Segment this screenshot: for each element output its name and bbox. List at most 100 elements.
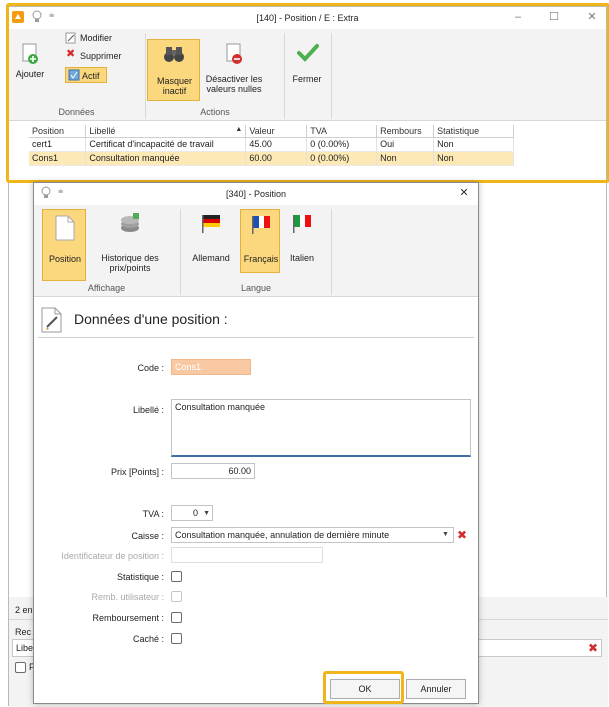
binoculars-icon <box>163 44 185 64</box>
disable-null-label-2: valeurs nulles <box>206 84 262 94</box>
table-row-selected[interactable]: Cons1 Consultation manquée 60.00 0 (0.00… <box>29 151 514 166</box>
filter-checkbox[interactable] <box>15 662 26 673</box>
hide-inactive-button[interactable]: Masquer inactif <box>147 39 200 101</box>
price-history-label-2: prix/points <box>109 263 151 273</box>
italian-flag-icon <box>291 213 313 233</box>
search-label: Rec <box>15 627 32 637</box>
cell-tva: 0 (0.00%) <box>306 137 378 152</box>
code-label: Code : <box>137 363 164 373</box>
price-history-button[interactable]: Historique des prix/points <box>90 211 170 281</box>
group-label-langue: Langue <box>240 283 272 293</box>
language-french-button[interactable]: Français <box>240 209 280 273</box>
column-header-rembours[interactable]: Rembours <box>376 125 435 138</box>
column-header-tva[interactable]: TVA <box>306 125 378 138</box>
ribbon: Ajouter Modifier ✖ Supprimer Actif Donné… <box>9 29 606 121</box>
minimize-button[interactable]: – <box>509 10 527 24</box>
statistique-checkbox[interactable] <box>171 571 182 582</box>
cell-valeur: 60.00 <box>245 151 308 166</box>
search-field-label: Libe <box>16 643 34 653</box>
clear-caisse-icon[interactable]: ✖ <box>455 528 469 542</box>
ok-button[interactable]: OK <box>330 679 400 699</box>
record-count-text: 2 en <box>15 605 33 615</box>
table-row[interactable]: cert1 Certificat d'incapacité de travail… <box>29 137 514 152</box>
column-header-libelle[interactable]: Libellé ▲ <box>85 125 247 138</box>
close-window-button[interactable]: Fermer <box>287 41 327 91</box>
delete-button-label: Supprimer <box>80 51 122 61</box>
group-separator <box>145 33 146 119</box>
position-dialog: ⩧ [340] - Position ✕ Position Historique… <box>33 182 479 704</box>
libelle-textarea[interactable]: Consultation manquée <box>171 399 471 457</box>
cell-libelle: Certificat d'incapacité de travail <box>85 137 247 152</box>
group-separator <box>284 33 285 119</box>
edit-document-icon <box>40 307 64 333</box>
tva-label: TVA : <box>142 509 164 519</box>
delete-button[interactable]: ✖ Supprimer <box>65 49 140 63</box>
add-document-icon <box>21 43 39 65</box>
cell-valeur: 45.00 <box>245 137 308 152</box>
price-input[interactable]: 60.00 <box>171 463 255 479</box>
maximize-button[interactable]: ☐ <box>545 10 563 24</box>
edit-icon <box>65 32 77 44</box>
active-toggle-button[interactable]: Actif <box>65 67 107 83</box>
libelle-label: Libellé : <box>132 405 164 415</box>
statistique-label: Statistique : <box>116 572 164 582</box>
position-identifier-label: Identificateur de position : <box>61 551 164 561</box>
positions-table: Position Libellé ▲ Valeur TVA Rembours St… <box>29 125 514 166</box>
active-icon <box>68 69 80 81</box>
disable-document-icon <box>225 43 243 65</box>
edit-button[interactable]: Modifier <box>65 31 135 45</box>
column-header-valeur[interactable]: Valeur <box>245 125 308 138</box>
german-flag-icon <box>200 213 222 233</box>
sort-ascending-icon: ▲ <box>235 125 243 133</box>
language-german-button[interactable]: Allemand <box>186 211 236 273</box>
price-history-label-1: Historique des <box>101 253 159 263</box>
dialog-title-bar: ⩧ [340] - Position ✕ <box>34 183 478 205</box>
remboursement-label: Remboursement : <box>92 613 164 623</box>
tva-value: 0 <box>192 508 198 518</box>
dialog-heading: Données d'une position : <box>74 311 228 327</box>
cell-rembours: Non <box>376 151 435 166</box>
language-italian-label: Italien <box>289 253 315 263</box>
tva-select[interactable]: 0 ▼ <box>171 505 213 521</box>
column-header-position[interactable]: Position <box>29 125 87 138</box>
cache-checkbox[interactable] <box>171 633 182 644</box>
active-toggle-label: Actif <box>82 71 100 81</box>
close-window-label: Fermer <box>292 74 322 84</box>
remb-user-label: Remb. utilisateur : <box>91 592 164 602</box>
hide-inactive-label-2: inactif <box>162 86 187 96</box>
remboursement-checkbox[interactable] <box>171 612 182 623</box>
position-view-label: Position <box>48 254 82 264</box>
heading-divider <box>38 337 474 338</box>
caisse-select[interactable]: Consultation manquée, annulation de dern… <box>171 527 454 543</box>
caisse-value: Consultation manquée, annulation de dern… <box>175 530 390 540</box>
dialog-close-button[interactable]: ✕ <box>455 186 473 200</box>
caisse-label: Caisse : <box>131 531 164 541</box>
cell-statistique: Non <box>433 137 514 152</box>
language-italian-button[interactable]: Italien <box>282 211 322 273</box>
cell-position: Cons1 <box>29 151 87 166</box>
chevron-down-icon[interactable]: ▼ <box>203 508 210 520</box>
position-view-button[interactable]: Position <box>42 209 86 281</box>
language-french-label: Français <box>243 254 279 264</box>
coins-icon <box>119 213 141 233</box>
chevron-down-icon[interactable]: ▼ <box>442 531 449 538</box>
close-button[interactable]: ✕ <box>583 10 601 24</box>
edit-button-label: Modifier <box>80 33 113 43</box>
column-header-libelle-text: Libellé <box>89 125 116 136</box>
cache-label: Caché : <box>132 634 164 644</box>
cell-libelle: Consultation manquée <box>85 151 247 166</box>
add-button[interactable]: Ajouter <box>12 41 48 89</box>
clear-search-icon[interactable]: ✖ <box>586 641 600 655</box>
dialog-title: [340] - Position <box>225 189 287 199</box>
column-header-statistique[interactable]: Statistique <box>433 125 514 138</box>
libelle-text: Consultation manquée <box>175 402 266 412</box>
french-flag-icon <box>250 214 272 234</box>
code-input[interactable]: Cons1 <box>171 359 251 375</box>
dialog-ribbon: Position Historique des prix/points Affi… <box>34 205 478 297</box>
checkmark-icon <box>297 43 319 63</box>
group-separator <box>331 33 332 119</box>
disable-null-values-button[interactable]: Désactiver les valeurs nulles <box>203 41 265 101</box>
price-label: Prix [Points] : <box>110 467 164 477</box>
cancel-button[interactable]: Annuler <box>406 679 466 699</box>
group-label-donnees: Données <box>58 107 95 117</box>
